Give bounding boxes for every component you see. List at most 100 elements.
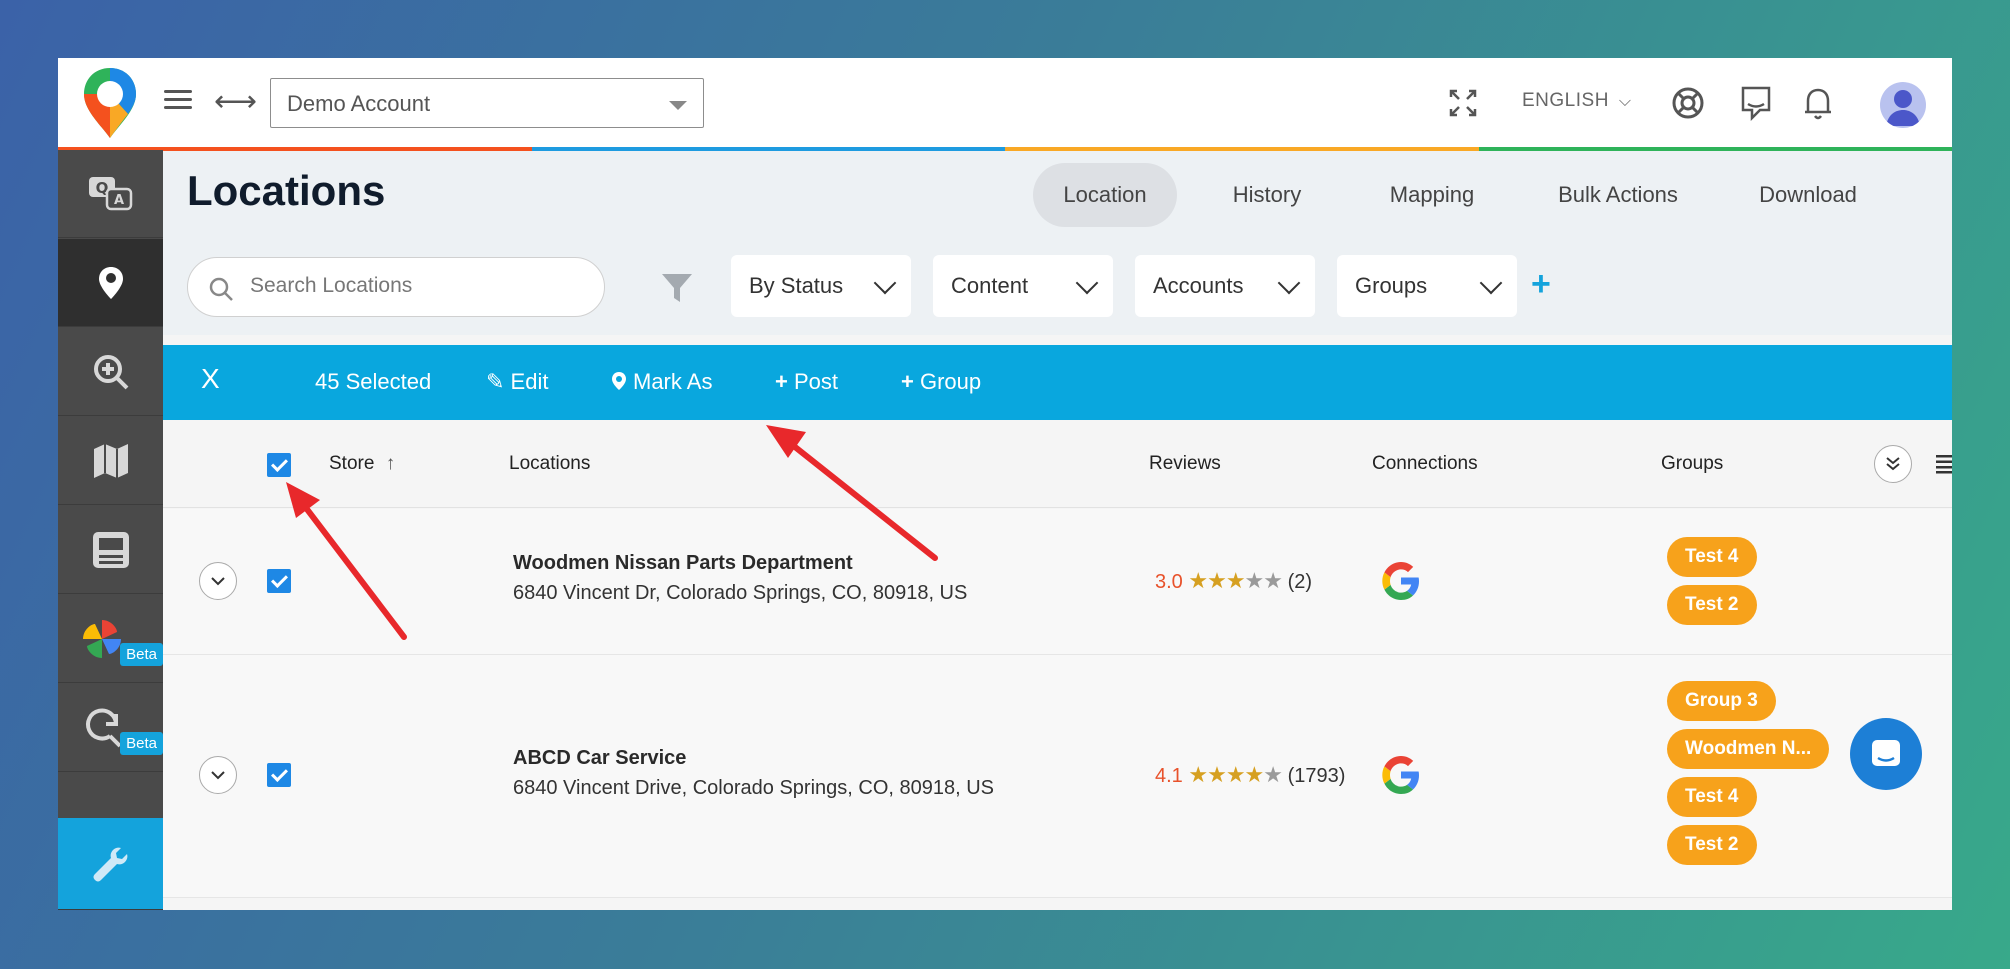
notifications-bell-icon[interactable] bbox=[1800, 84, 1836, 122]
sidebar-item-tools[interactable] bbox=[58, 818, 163, 910]
groups-filter-dropdown[interactable]: Groups bbox=[1337, 255, 1517, 317]
select-all-checkbox[interactable] bbox=[267, 453, 291, 477]
review-rating[interactable]: 4.1 ★★★★★ (1793) bbox=[1155, 762, 1345, 788]
expand-all-button[interactable] bbox=[1874, 445, 1912, 483]
messages-icon[interactable] bbox=[1738, 84, 1774, 122]
add-filter-button[interactable]: + bbox=[1531, 265, 1551, 304]
chevron-down-icon bbox=[1277, 271, 1301, 295]
user-avatar[interactable] bbox=[1880, 82, 1926, 128]
top-bar: ⟷ Demo Account ENGLISH ⌵ bbox=[58, 58, 1952, 150]
tab-download[interactable]: Download bbox=[1733, 163, 1883, 227]
qa-icon: Q A bbox=[88, 176, 132, 210]
account-select[interactable]: Demo Account bbox=[270, 78, 704, 128]
sidebar-item-map[interactable] bbox=[58, 417, 163, 505]
google-icon[interactable] bbox=[1379, 753, 1423, 797]
edit-button[interactable]: ✎ Edit bbox=[486, 369, 548, 395]
chevron-down-icon bbox=[1479, 271, 1503, 295]
photos-pinwheel-icon bbox=[82, 619, 121, 658]
search-placeholder: Search Locations bbox=[250, 274, 413, 297]
location-pin-icon bbox=[98, 266, 123, 299]
tab-mapping[interactable]: Mapping bbox=[1357, 163, 1507, 227]
svg-text:A: A bbox=[113, 193, 123, 208]
star-rating-icon: ★★★★★ bbox=[1188, 568, 1283, 593]
column-settings-icon[interactable] bbox=[1936, 454, 1952, 474]
column-connections: Connections bbox=[1372, 453, 1478, 474]
column-reviews: Reviews bbox=[1149, 453, 1221, 474]
rating-value: 3.0 bbox=[1155, 571, 1183, 593]
post-button[interactable]: + Post bbox=[775, 369, 838, 395]
chevron-down-icon bbox=[1075, 271, 1099, 295]
column-locations: Locations bbox=[509, 453, 591, 474]
map-icon bbox=[93, 443, 128, 478]
group-tag[interactable]: Test 2 bbox=[1667, 585, 1757, 625]
help-lifebuoy-icon[interactable] bbox=[1670, 84, 1706, 122]
table-row[interactable]: ABCD Car Service 6840 Vincent Drive, Col… bbox=[163, 655, 1952, 898]
row-checkbox[interactable] bbox=[267, 569, 291, 593]
column-groups: Groups bbox=[1661, 453, 1724, 474]
location-address: 6840 Vincent Drive, Colorado Springs, CO… bbox=[513, 777, 995, 799]
accounts-filter-dropdown[interactable]: Accounts bbox=[1135, 255, 1315, 317]
edit-label: Edit bbox=[510, 369, 549, 394]
group-tag[interactable]: Group 3 bbox=[1667, 681, 1776, 721]
account-select-value: Demo Account bbox=[287, 91, 431, 116]
menu-icon[interactable] bbox=[164, 90, 192, 114]
row-expand-button[interactable] bbox=[199, 756, 237, 794]
beta-badge: Beta bbox=[120, 732, 163, 755]
chevron-down-icon: ⌵ bbox=[1618, 93, 1632, 110]
clear-selection-button[interactable]: X bbox=[201, 363, 220, 395]
bulk-action-bar: X 45 Selected ✎ Edit Mark As + Post + Gr… bbox=[163, 345, 1952, 420]
group-tag[interactable]: Test 2 bbox=[1667, 825, 1757, 865]
star-rating-icon: ★★★★★ bbox=[1188, 762, 1283, 787]
group-button[interactable]: + Group bbox=[901, 369, 981, 395]
user-icon bbox=[1886, 90, 1920, 126]
double-chevron-down-icon bbox=[1886, 457, 1900, 471]
dropdown-label: By Status bbox=[749, 273, 844, 298]
chat-launcher-button[interactable] bbox=[1850, 718, 1922, 790]
map-marker-icon bbox=[612, 372, 626, 390]
sidebar-item-photos[interactable]: Beta bbox=[58, 595, 163, 683]
chevron-down-icon bbox=[211, 771, 225, 780]
sidebar-item-qa[interactable]: Q A bbox=[58, 150, 163, 238]
page-title: Locations bbox=[187, 167, 386, 214]
tab-history[interactable]: History bbox=[1207, 163, 1327, 227]
location-name[interactable]: Woodmen Nissan Parts Department bbox=[513, 552, 853, 575]
review-rating[interactable]: 3.0 ★★★★★ (2) bbox=[1155, 568, 1312, 594]
row-checkbox[interactable] bbox=[267, 763, 291, 787]
plus-icon: + bbox=[901, 369, 920, 394]
tab-bulk-actions[interactable]: Bulk Actions bbox=[1533, 163, 1703, 227]
page-header: Locations Location History Mapping Bulk … bbox=[163, 151, 1952, 239]
selected-count: 45 Selected bbox=[315, 369, 432, 394]
tab-location[interactable]: Location bbox=[1033, 163, 1177, 227]
sidebar-item-listings[interactable] bbox=[58, 506, 163, 594]
listing-icon bbox=[92, 531, 129, 568]
content-filter-dropdown[interactable]: Content bbox=[933, 255, 1113, 317]
search-icon bbox=[209, 277, 233, 301]
group-tag[interactable]: Test 4 bbox=[1667, 537, 1757, 577]
sidebar-item-search-monitor[interactable]: Beta bbox=[58, 684, 163, 772]
row-expand-button[interactable] bbox=[199, 562, 237, 600]
sidebar-item-locations[interactable] bbox=[58, 239, 163, 327]
group-label: Group bbox=[919, 369, 982, 394]
search-input[interactable]: Search Locations bbox=[187, 257, 605, 317]
status-filter-dropdown[interactable]: By Status bbox=[731, 255, 911, 317]
fullscreen-icon[interactable] bbox=[1448, 88, 1478, 118]
sidebar-item-rank[interactable] bbox=[58, 328, 163, 416]
filter-funnel-icon[interactable] bbox=[660, 271, 694, 305]
table-row[interactable]: Woodmen Nissan Parts Department 6840 Vin… bbox=[163, 509, 1952, 655]
collapse-arrows-icon[interactable]: ⟷ bbox=[214, 87, 257, 117]
sidebar: Q A Beta Beta bbox=[58, 150, 163, 910]
group-tag[interactable]: Test 4 bbox=[1667, 777, 1757, 817]
location-name[interactable]: ABCD Car Service bbox=[513, 747, 686, 770]
language-selector[interactable]: ENGLISH ⌵ bbox=[1522, 90, 1632, 112]
app-logo-icon[interactable] bbox=[82, 66, 138, 140]
mark-as-button[interactable]: Mark As bbox=[611, 369, 712, 395]
table-header: Store ↑ Locations Reviews Connections Gr… bbox=[163, 420, 1952, 508]
google-icon[interactable] bbox=[1379, 559, 1423, 603]
dropdown-label: Content bbox=[951, 273, 1029, 298]
column-store[interactable]: Store ↑ bbox=[329, 453, 395, 475]
zoom-in-icon bbox=[93, 354, 128, 389]
group-tag[interactable]: Woodmen N... bbox=[1667, 729, 1830, 769]
caret-down-icon bbox=[669, 101, 687, 110]
chevron-down-icon bbox=[211, 577, 225, 586]
review-count: (1793) bbox=[1287, 765, 1346, 787]
